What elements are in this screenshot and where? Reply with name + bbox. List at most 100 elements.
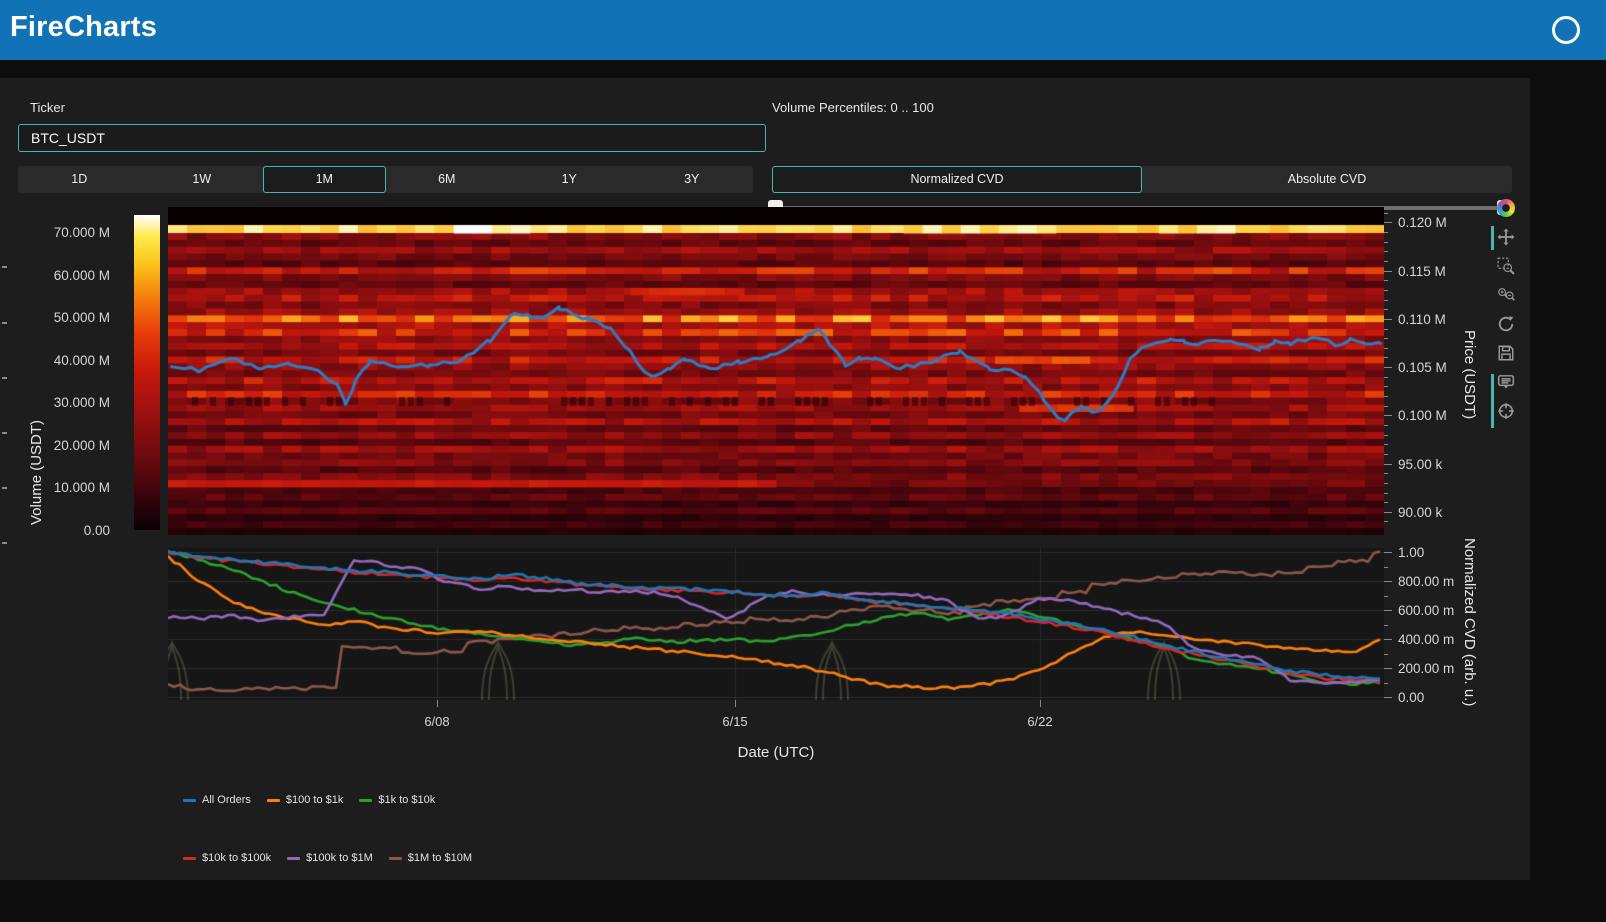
colorbar-tick-label: 20.000 M <box>0 438 110 453</box>
range-button-3y[interactable]: 3Y <box>631 166 754 193</box>
cvd-mode-button-absolute-cvd[interactable]: Absolute CVD <box>1142 166 1512 193</box>
legend-item[interactable]: $100 to $1k <box>267 794 344 806</box>
price-tick <box>1384 232 1388 233</box>
price-axis-title: Price (USDT) <box>1461 330 1478 419</box>
price-tick <box>1384 425 1388 426</box>
price-tick <box>1384 338 1388 339</box>
legend-dash-icon <box>287 857 300 860</box>
save-icon[interactable] <box>1496 343 1516 363</box>
cvd-tick <box>1384 654 1388 655</box>
price-tick <box>1384 406 1388 407</box>
cvd-tick-label: 1.00 <box>1398 545 1424 560</box>
legend-item[interactable]: $1M to $10M <box>389 852 472 864</box>
price-tick <box>1384 280 1388 281</box>
spikelines-icon[interactable] <box>1496 401 1516 421</box>
colorbar-tick-label: 0.00 <box>0 523 110 538</box>
price-tick <box>1384 377 1388 378</box>
edge-tick <box>2 487 7 489</box>
plotly-logo-icon[interactable] <box>1496 198 1516 218</box>
account-circle-icon[interactable] <box>1552 16 1580 44</box>
cvd-tick-label: 800.00 m <box>1398 574 1454 589</box>
main-panel: Ticker Volume Percentiles: 0 .. 100 1D1W… <box>0 78 1530 880</box>
cvd-tick <box>1384 668 1392 669</box>
ticker-input[interactable] <box>18 124 766 152</box>
comment-icon[interactable] <box>1496 372 1516 392</box>
range-button-1y[interactable]: 1Y <box>508 166 631 193</box>
cvd-tick <box>1384 610 1392 611</box>
legend-item[interactable]: $10k to $100k <box>183 852 271 864</box>
price-tick <box>1384 367 1392 368</box>
app-title: FireCharts <box>10 11 157 44</box>
cvd-tick <box>1384 683 1388 684</box>
modebar-active-indicator <box>1491 226 1494 250</box>
edge-tick <box>2 266 7 268</box>
cvd-tick <box>1384 697 1392 698</box>
cvd-tick <box>1384 596 1388 597</box>
legend-dash-icon <box>183 799 196 802</box>
colorbar-tick-label: 40.000 M <box>0 353 110 368</box>
price-heatmap-chart[interactable] <box>168 207 1384 535</box>
ticker-label: Ticker <box>30 100 65 115</box>
price-tick <box>1384 435 1388 436</box>
legend-dash-icon <box>267 799 280 802</box>
cvd-tick-label: 200.00 m <box>1398 661 1454 676</box>
normalized-cvd-chart[interactable] <box>168 548 1384 700</box>
app-header: FireCharts <box>0 0 1606 60</box>
reset-axes-icon[interactable] <box>1496 314 1516 334</box>
volume-percentiles-label: Volume Percentiles: 0 .. 100 <box>772 100 934 115</box>
colorbar-axis-title: Volume (USDT) <box>28 420 45 525</box>
date-tick <box>437 700 438 707</box>
date-tick-label: 6/08 <box>407 714 467 729</box>
date-tick-label: 6/15 <box>705 714 765 729</box>
zoom-in-out-icon[interactable] <box>1496 285 1516 305</box>
price-tick <box>1384 483 1388 484</box>
price-tick <box>1384 300 1388 301</box>
edge-tick <box>2 432 7 434</box>
zoom-box-icon[interactable] <box>1496 256 1516 276</box>
pan-icon[interactable] <box>1496 227 1516 247</box>
range-button-6m[interactable]: 6M <box>386 166 509 193</box>
timerange-button-group: 1D1W1M6M1Y3Y <box>18 166 753 193</box>
colorbar-tick-label: 30.000 M <box>0 395 110 410</box>
range-button-1m[interactable]: 1M <box>263 166 386 193</box>
range-button-1w[interactable]: 1W <box>141 166 264 193</box>
legend-label: $1k to $10k <box>378 794 435 806</box>
cvd-tick <box>1384 625 1388 626</box>
legend-item[interactable]: All Orders <box>183 794 251 806</box>
price-tick <box>1384 290 1388 291</box>
cvd-tick <box>1384 552 1392 553</box>
price-tick-label: 0.105 M <box>1398 360 1447 375</box>
legend-row: All Orders $100 to $1k $1k to $10k <box>183 794 435 806</box>
price-tick <box>1384 348 1388 349</box>
price-tick <box>1384 386 1388 387</box>
range-button-1d[interactable]: 1D <box>18 166 141 193</box>
price-tick <box>1384 396 1388 397</box>
legend-item[interactable]: $100k to $1M <box>287 852 373 864</box>
legend-label: $1M to $10M <box>408 852 472 864</box>
edge-tick <box>2 542 7 544</box>
date-axis-title: Date (UTC) <box>696 744 856 761</box>
price-tick-label: 0.120 M <box>1398 215 1447 230</box>
legend-dash-icon <box>183 857 196 860</box>
price-tick <box>1384 454 1388 455</box>
cvd-tick <box>1384 567 1388 568</box>
price-tick-label: 90.00 k <box>1398 505 1442 520</box>
legend-dash-icon <box>359 799 372 802</box>
price-tick <box>1384 213 1388 214</box>
price-tick <box>1384 261 1388 262</box>
legend-label: $100k to $1M <box>306 852 373 864</box>
price-tick <box>1384 271 1392 272</box>
price-tick <box>1384 319 1392 320</box>
cvd-mode-button-group: Normalized CVDAbsolute CVD <box>772 166 1512 193</box>
cvd-tick <box>1384 581 1392 582</box>
colorbar-tick-label: 60.000 M <box>0 268 110 283</box>
plotly-modebar <box>1496 198 1516 421</box>
legend-item[interactable]: $1k to $10k <box>359 794 435 806</box>
modebar-active-indicator <box>1491 374 1494 428</box>
cvd-tick-label: 600.00 m <box>1398 603 1454 618</box>
price-tick <box>1384 521 1388 522</box>
price-tick <box>1384 444 1388 445</box>
cvd-mode-button-normalized-cvd[interactable]: Normalized CVD <box>772 166 1142 193</box>
cvd-axis-title: Normalized CVD (arb. u.) <box>1461 538 1478 706</box>
date-tick-label: 6/22 <box>1010 714 1070 729</box>
